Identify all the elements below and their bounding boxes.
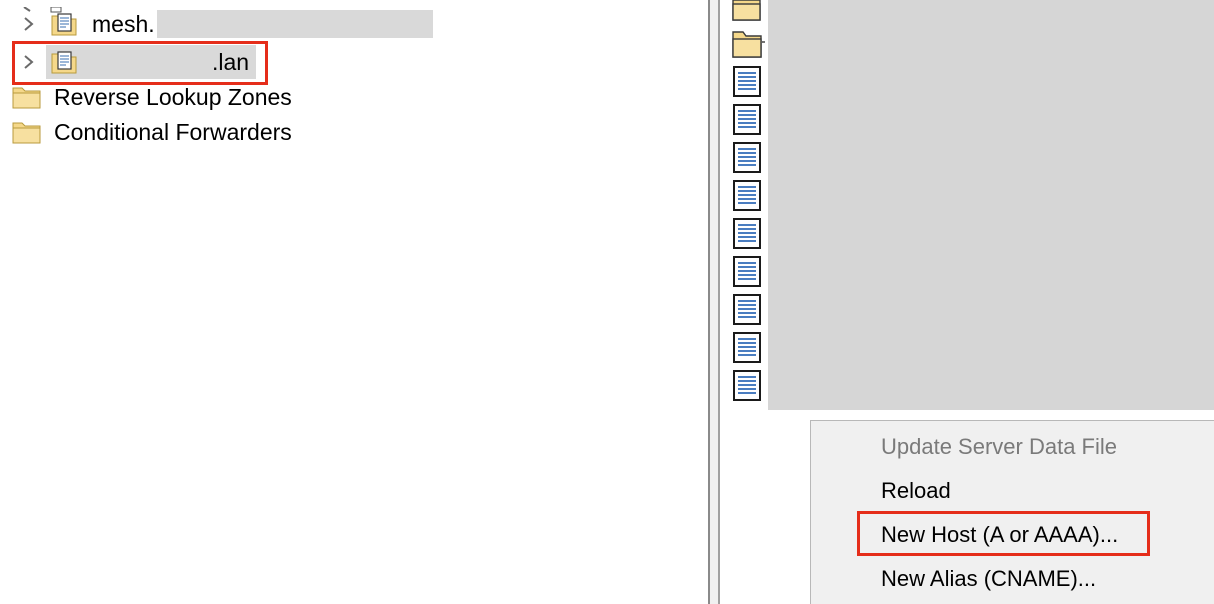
highlight-box-zone	[12, 41, 268, 85]
folder-icon[interactable]	[732, 0, 762, 27]
highlight-box-new-host	[857, 511, 1150, 556]
menu-item-label: Reload	[881, 478, 951, 503]
menu-item-update-server-data-file[interactable]: Update Server Data File	[881, 427, 1117, 467]
tree-item-conditional-forwarders[interactable]: Conditional Forwarders	[12, 115, 292, 149]
redacted-records-area	[768, 0, 1214, 410]
chevron-right-icon[interactable]	[18, 13, 40, 35]
redacted-domain-block	[156, 10, 433, 38]
dns-tree-pane: mesh. .lan Reverse Lookup Zones Conditio…	[0, 0, 708, 604]
dns-record-icon[interactable]	[732, 66, 764, 103]
tree-item-label: Conditional Forwarders	[54, 118, 292, 145]
tree-item-label: Reverse Lookup Zones	[54, 83, 292, 110]
dns-zone-icon	[50, 10, 78, 38]
folder-icon[interactable]	[732, 28, 766, 65]
dns-record-icon[interactable]	[732, 370, 764, 407]
menu-item-reload[interactable]: Reload	[881, 471, 951, 511]
tree-item-mesh-zone[interactable]: mesh.	[18, 7, 433, 41]
dns-record-icon[interactable]	[732, 332, 764, 369]
dns-record-icon[interactable]	[732, 294, 764, 331]
tree-item-reverse-lookup-zones[interactable]: Reverse Lookup Zones	[12, 80, 292, 114]
dns-record-icon[interactable]	[732, 218, 764, 255]
tree-row-partial	[22, 0, 62, 13]
pane-splitter[interactable]	[708, 0, 720, 604]
folder-icon	[12, 84, 42, 110]
menu-item-new-alias[interactable]: New Alias (CNAME)...	[881, 559, 1096, 599]
menu-item-label: Update Server Data File	[881, 434, 1117, 459]
dns-record-icon[interactable]	[732, 142, 764, 179]
dns-record-icon[interactable]	[732, 256, 764, 293]
tree-item-label: mesh.	[92, 10, 155, 37]
dns-record-icon[interactable]	[732, 104, 764, 141]
folder-icon	[12, 119, 42, 145]
menu-item-label: New Alias (CNAME)...	[881, 566, 1097, 591]
dns-record-icon[interactable]	[732, 180, 764, 217]
